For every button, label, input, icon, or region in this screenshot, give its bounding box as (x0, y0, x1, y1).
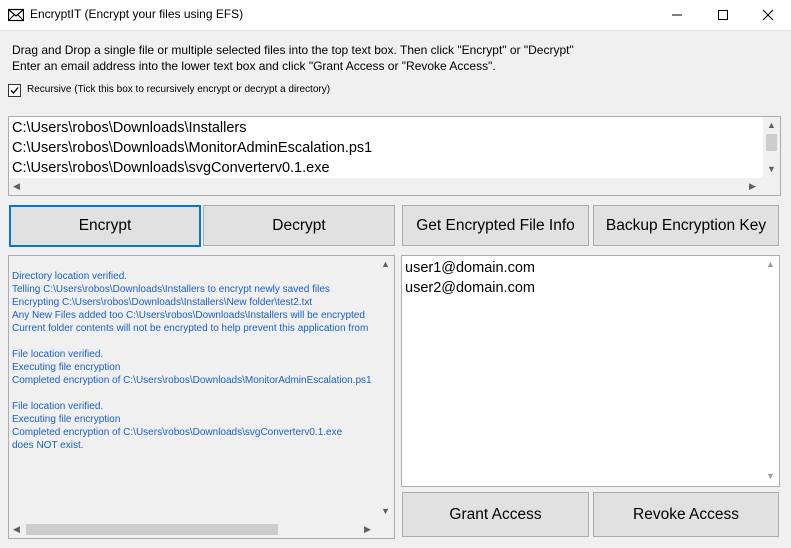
log-line: Current folder contents will not be encr… (12, 323, 369, 334)
file-drop-textbox[interactable]: C:\Users\robos\Downloads\Installers C:\U… (8, 116, 781, 196)
recursive-checkbox[interactable] (8, 84, 21, 97)
file-list-vertical-scrollbar[interactable]: ▲ ▼ (763, 117, 780, 178)
scroll-thumb[interactable] (26, 524, 278, 535)
scroll-down-icon[interactable]: ▼ (767, 164, 776, 174)
log-line: Completed encryption of C:\Users\robos\D… (12, 375, 372, 386)
scroll-right-icon[interactable]: ▶ (364, 524, 371, 534)
log-vertical-scrollbar[interactable]: ▲ ▼ (377, 256, 394, 521)
user-email-line: user2@domain.com (405, 280, 535, 296)
scroll-up-icon[interactable]: ▲ (381, 259, 390, 269)
encrypt-button[interactable]: Encrypt (9, 205, 201, 247)
scrollbar-corner (763, 178, 780, 195)
decrypt-button[interactable]: Decrypt (203, 205, 395, 246)
maximize-button[interactable] (700, 0, 746, 30)
scroll-left-icon[interactable]: ◀ (13, 181, 20, 191)
backup-encryption-key-button[interactable]: Backup Encryption Key (593, 205, 779, 246)
scroll-down-icon[interactable]: ▼ (381, 506, 390, 516)
scroll-down-icon[interactable]: ▼ (766, 471, 775, 481)
close-button[interactable] (745, 0, 791, 30)
log-line: does NOT exist. (12, 440, 84, 451)
log-horizontal-scrollbar[interactable]: ◀ ▶ (9, 521, 377, 538)
minimize-button[interactable] (654, 0, 700, 30)
close-icon (762, 9, 774, 21)
user-email-line: user1@domain.com (405, 260, 535, 276)
title-bar[interactable]: EncryptIT (Encrypt your files using EFS) (0, 0, 791, 31)
scroll-left-icon[interactable]: ◀ (13, 524, 20, 534)
scroll-right-icon[interactable]: ▶ (749, 181, 756, 191)
app-envelope-icon (7, 7, 25, 23)
log-line: File location verified. (12, 401, 104, 412)
log-line: Any New Files added too C:\Users\robos\D… (12, 310, 365, 321)
log-output[interactable]: Directory location verified. Telling C:\U… (8, 255, 395, 539)
checkmark-icon (10, 87, 19, 94)
file-list-horizontal-scrollbar[interactable]: ◀ ▶ (9, 178, 763, 195)
scroll-up-icon[interactable]: ▲ (766, 259, 775, 269)
recursive-label: Recursive (Tick this box to recursively … (27, 84, 331, 95)
user-email-textbox[interactable]: user1@domain.com user2@domain.com ▲ ▼ (401, 255, 780, 487)
log-line: Executing file encryption (12, 362, 121, 373)
scroll-thumb[interactable] (766, 134, 777, 151)
grant-access-button[interactable]: Grant Access (402, 492, 589, 537)
get-encrypted-file-info-button[interactable]: Get Encrypted File Info (402, 205, 589, 246)
log-line: Telling C:\Users\robos\Downloads\Install… (12, 284, 330, 295)
instructions-line-2: Enter an email address into the lower te… (12, 59, 496, 73)
log-line: Completed encryption of C:\Users\robos\D… (12, 427, 343, 438)
instructions-line-1: Drag and Drop a single file or multiple … (12, 43, 574, 57)
file-line: C:\Users\robos\Downloads\MonitorAdminEsc… (12, 140, 373, 156)
revoke-access-button[interactable]: Revoke Access (593, 492, 779, 537)
file-line: C:\Users\robos\Downloads\svgConverterv0.… (12, 160, 330, 176)
log-line: File location verified. (12, 349, 104, 360)
minimize-icon (672, 14, 682, 16)
scrollbar-corner (377, 521, 394, 538)
log-line: Encrypting C:\Users\robos\Downloads\Inst… (12, 297, 313, 308)
window-title: EncryptIT (Encrypt your files using EFS) (30, 7, 244, 21)
users-vertical-scrollbar[interactable]: ▲ ▼ (762, 256, 779, 486)
maximize-icon (718, 10, 728, 20)
log-line: Directory location verified. (12, 271, 128, 282)
file-line: C:\Users\robos\Downloads\Installers (12, 120, 247, 136)
log-line: Executing file encryption (12, 414, 121, 425)
scroll-up-icon[interactable]: ▲ (767, 120, 776, 130)
